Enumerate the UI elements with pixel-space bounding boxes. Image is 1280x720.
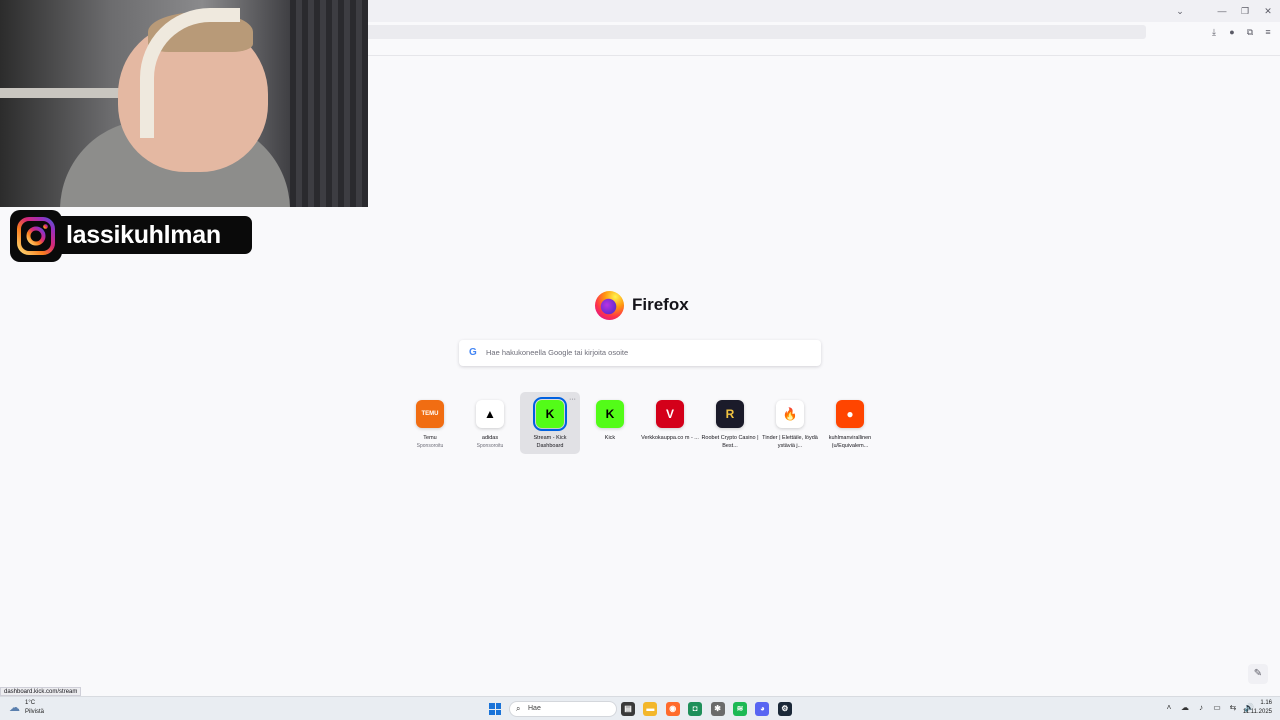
kick-icon: K xyxy=(596,400,624,428)
files-app-icon[interactable]: ▤ xyxy=(621,702,635,716)
verkkokauppa-icon: V xyxy=(656,400,684,428)
shortcut-sponsored-label: Sponsoroitu xyxy=(416,443,444,449)
shortcut-label: Kick xyxy=(604,435,616,441)
tile-more-menu-icon[interactable]: ··· xyxy=(569,396,576,403)
account-icon[interactable]: ● xyxy=(1226,26,1238,38)
shortcut-label: adidas xyxy=(481,435,499,441)
taskbar-search-label: Hae xyxy=(528,705,541,712)
shortcut-tile[interactable]: V Verkkokauppa.co m - ... xyxy=(640,392,700,454)
kick-icon: K xyxy=(533,397,567,431)
tinder-icon: 🔥 xyxy=(776,400,804,428)
search-input[interactable]: G Hae hakukoneella Google tai kirjoita o… xyxy=(459,340,821,366)
url-bar[interactable] xyxy=(360,25,1146,39)
shortcut-tile[interactable]: K Kick xyxy=(580,392,640,454)
shortcut-label: Temu xyxy=(423,435,437,441)
roobet-icon: R xyxy=(716,400,744,428)
shortcut-tile[interactable]: ● kuhlmanvirallinen (u/Equivalem... xyxy=(820,392,880,454)
clock-time[interactable]: 1.16 xyxy=(1246,700,1272,706)
shortcut-tile[interactable]: R Roobet Crypto Casino | Best... xyxy=(700,392,760,454)
top-sites: TEMU Temu Sponsoroitu ▲ adidas Sponsoroitu K ··… xyxy=(400,392,880,456)
link-status-url: dashboard.kick.com/stream xyxy=(0,687,82,696)
display-icon[interactable]: ▭ xyxy=(1212,703,1222,713)
shortcut-label: Verkkokauppa.co m - ... xyxy=(641,435,699,441)
shortcut-tile[interactable]: ▲ adidas Sponsoroitu xyxy=(460,392,520,454)
webcam-overlay xyxy=(0,0,368,207)
app-green-icon[interactable]: ◘ xyxy=(688,702,703,716)
menu-icon[interactable]: ≡ xyxy=(1262,26,1274,38)
taskbar-search-box[interactable]: ⌕ Hae xyxy=(509,701,617,717)
temu-icon: TEMU xyxy=(416,400,444,428)
close-button[interactable]: ✕ xyxy=(1260,4,1276,18)
instagram-icon xyxy=(10,210,62,262)
extensions-icon[interactable]: ⧉ xyxy=(1244,26,1256,38)
shortcut-tile[interactable]: 🔥 Tinder | Elettäile, löydä ystäviä j... xyxy=(760,392,820,454)
google-glyph: G xyxy=(469,347,477,358)
microphone-icon[interactable]: ♪ xyxy=(1196,703,1206,713)
tabs-list-chevron-icon[interactable]: ⌄ xyxy=(1172,4,1188,18)
minimize-button[interactable]: — xyxy=(1214,4,1230,18)
download-icon[interactable]: ⤓ xyxy=(1208,26,1220,38)
adidas-icon: ▲ xyxy=(476,400,504,428)
clock-date[interactable]: 11.11.2025 xyxy=(1238,709,1272,715)
shortcut-label: Tinder | Elettäile, löydä ystäviä j... xyxy=(762,435,818,449)
weather-description[interactable]: Pilvistä xyxy=(25,709,44,715)
google-icon: G xyxy=(469,347,477,359)
tray-chevron-icon[interactable]: ˄ xyxy=(1164,703,1174,713)
weather-temperature[interactable]: 1°C xyxy=(25,700,35,706)
shortcut-label: Roobet Crypto Casino | Best... xyxy=(701,435,759,449)
tray-cloud-icon[interactable]: ☁ xyxy=(1180,703,1190,713)
shortcut-label: Stream - Kick Dashboard xyxy=(533,435,567,449)
search-placeholder: Hae hakukoneella Google tai kirjoita oso… xyxy=(486,348,629,357)
reddit-icon: ● xyxy=(836,400,864,428)
steam-icon[interactable]: ⚙ xyxy=(777,702,792,716)
app-puzzle-icon[interactable]: ✱ xyxy=(710,702,725,716)
start-windows-icon[interactable] xyxy=(489,703,501,715)
spotify-icon[interactable]: ≋ xyxy=(733,702,747,716)
shortcut-tile[interactable]: TEMU Temu Sponsoroitu xyxy=(400,392,460,454)
restore-button[interactable]: ❐ xyxy=(1237,4,1253,18)
discord-icon[interactable]: ◕ xyxy=(755,702,770,716)
network-icon[interactable]: ⇆ xyxy=(1228,703,1238,713)
firefox-wordmark: Firefox xyxy=(632,295,689,314)
search-icon: ⌕ xyxy=(516,704,521,713)
firefox-logo-icon xyxy=(594,290,625,321)
weather-cloud-icon[interactable]: ☁ xyxy=(9,701,20,714)
shortcut-tile[interactable]: K ··· Stream - Kick Dashboard xyxy=(520,392,580,454)
shortcut-label: kuhlmanvirallinen (u/Equivalem... xyxy=(828,435,872,449)
instagram-handle: lassikuhlman xyxy=(66,221,221,249)
customize-edit-icon[interactable]: ✎ xyxy=(1248,664,1268,684)
windows-taskbar: ☁ 1°C Pilvistä ⌕ Hae ▤ ▬ ◉ ◘ ✱ ≋ ◕ ⚙ ˄ ☁ ♪ ▭ ⇆ 🔊 1.1… xyxy=(0,696,1280,720)
webcam-curtain xyxy=(290,0,368,207)
firefox-taskbar-icon[interactable]: ◉ xyxy=(665,702,680,716)
shortcut-sponsored-label: Sponsoroitu xyxy=(476,443,504,449)
file-explorer-icon[interactable]: ▬ xyxy=(643,702,658,716)
